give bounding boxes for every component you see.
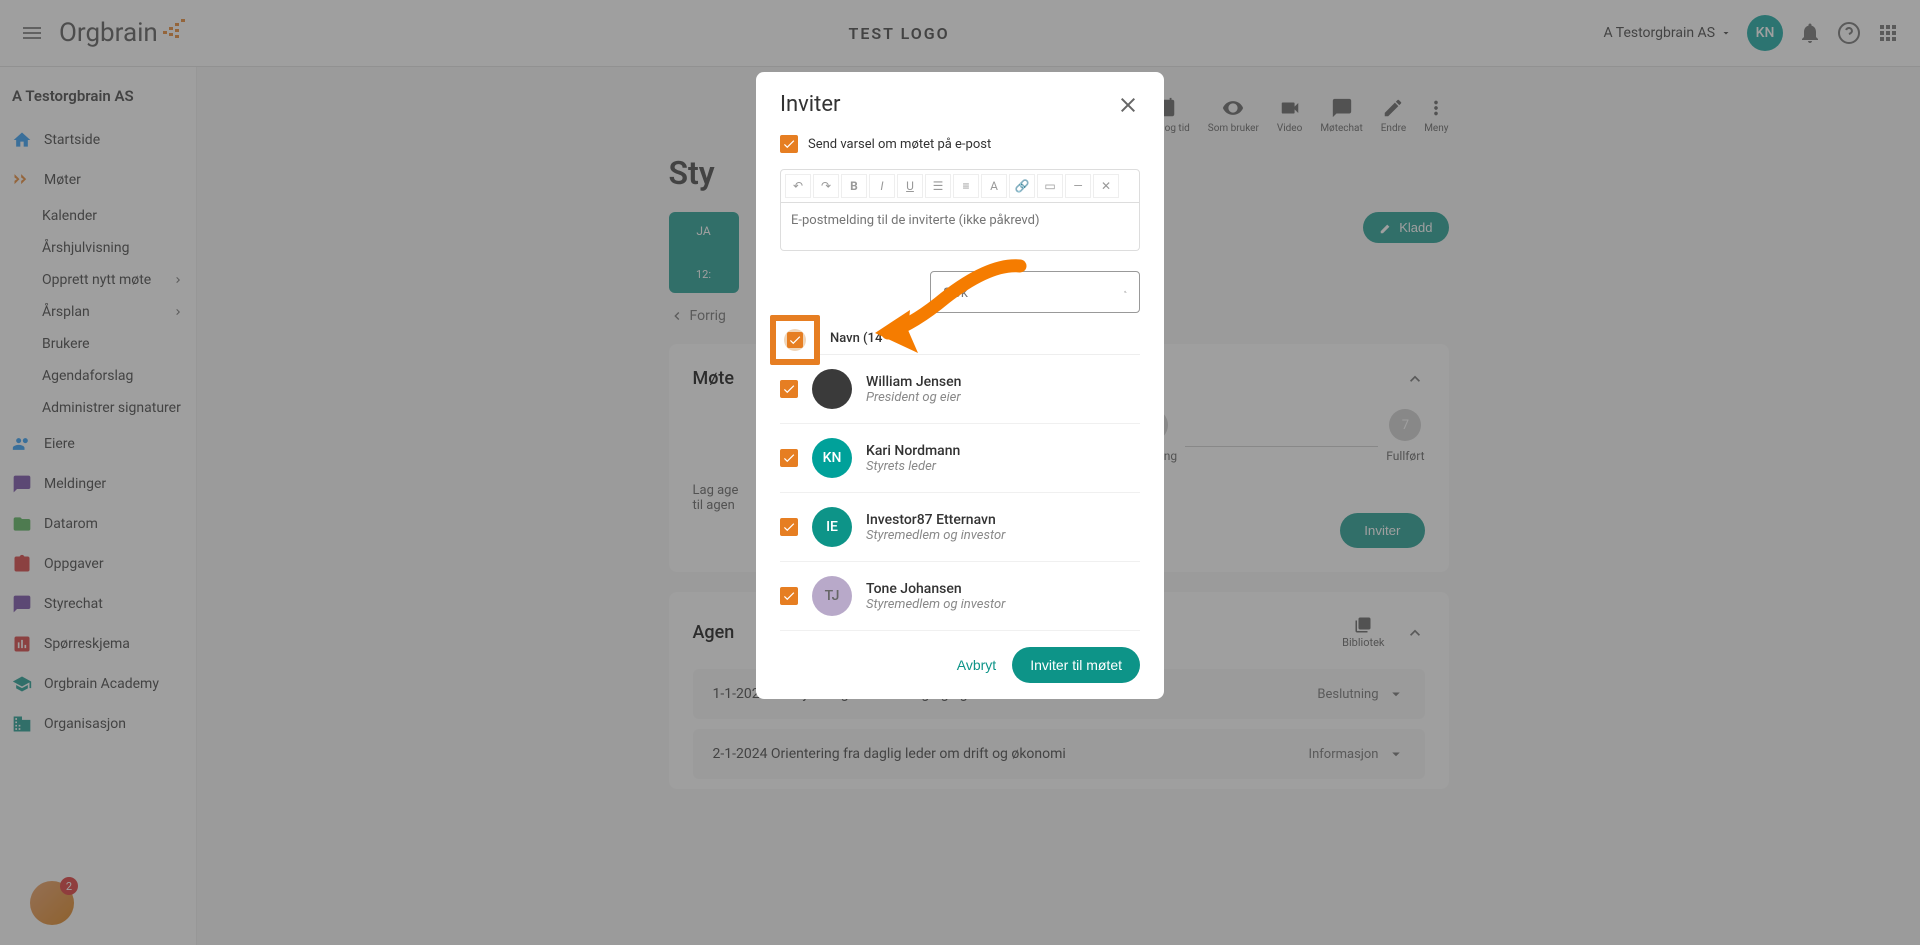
redo-btn[interactable]: ↷ [813,174,839,198]
underline-btn[interactable]: U [897,174,923,198]
cancel-button[interactable]: Avbryt [957,657,996,673]
image-btn[interactable]: ▭ [1037,174,1063,198]
clear-btn[interactable]: ✕ [1093,174,1119,198]
bold-btn[interactable]: B [841,174,867,198]
search-input[interactable] [943,284,1124,300]
list-btn[interactable]: ☰ [925,174,951,198]
person-avatar: IE [812,507,852,547]
italic-btn[interactable]: I [869,174,895,198]
person-row: KN Kari Nordmann Styrets leder [780,424,1140,493]
close-icon[interactable] [1116,93,1140,117]
numlist-btn[interactable]: ≡ [953,174,979,198]
person-row: William Jensen President og eier [780,355,1140,424]
select-all-checkbox[interactable] [784,329,806,351]
color-btn[interactable]: A [981,174,1007,198]
modal-title: Inviter [780,92,840,117]
person-avatar: KN [812,438,852,478]
person-checkbox[interactable] [780,518,798,536]
person-checkbox[interactable] [780,380,798,398]
person-row: TJ Tone Johansen Styremedlem og investor [780,562,1140,631]
person-avatar [812,369,852,409]
invite-modal: Inviter Send varsel om møtet på e-post ↶… [756,72,1164,699]
person-row: IE Investor87 Etternavn Styremedlem og i… [780,493,1140,562]
search-box [930,271,1140,313]
modal-overlay[interactable]: Inviter Send varsel om møtet på e-post ↶… [0,0,1920,945]
list-header: Navn (14 [780,323,1140,355]
link-btn[interactable]: 🔗 [1009,174,1035,198]
editor-toolbar: ↶ ↷ B I U ☰ ≡ A 🔗 ▭ — ✕ [780,169,1140,203]
search-icon [1124,282,1127,302]
invite-submit-button[interactable]: Inviter til møtet [1012,647,1140,683]
person-checkbox[interactable] [780,587,798,605]
email-notify-checkbox[interactable] [780,135,798,153]
email-notify-row: Send varsel om møtet på e-post [780,127,1140,161]
undo-btn[interactable]: ↶ [785,174,811,198]
person-checkbox[interactable] [780,449,798,467]
email-message-input[interactable] [780,203,1140,251]
hr-btn[interactable]: — [1065,174,1091,198]
person-avatar: TJ [812,576,852,616]
select-all-highlight [770,315,820,365]
